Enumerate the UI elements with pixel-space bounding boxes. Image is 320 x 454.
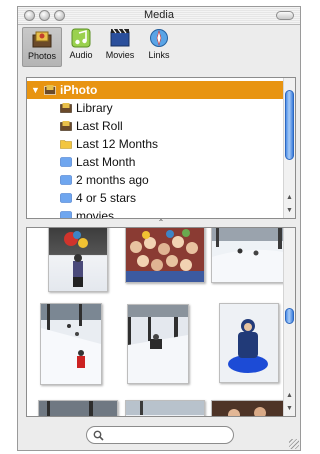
window-title: Media	[144, 9, 174, 21]
photo-thumbnail[interactable]	[40, 303, 102, 385]
tab-photos-label: Photos	[27, 51, 57, 61]
photo-image	[39, 401, 117, 416]
scroll-up-arrow-icon[interactable]: ▲	[284, 390, 295, 401]
photo-thumbnail[interactable]	[211, 228, 289, 283]
toolbar-toggle-button[interactable]	[276, 11, 294, 20]
last-roll-icon	[60, 121, 72, 131]
scroll-down-arrow-icon[interactable]: ▼	[284, 403, 295, 414]
tab-links-label: Links	[148, 50, 170, 60]
photo-image	[41, 304, 101, 384]
photos-icon	[32, 31, 52, 48]
photo-image	[128, 305, 188, 383]
iphoto-icon	[44, 85, 56, 95]
links-icon	[150, 29, 168, 47]
disclosure-triangle-icon[interactable]: ▼	[31, 84, 43, 96]
photo-thumbnail[interactable]	[219, 303, 279, 383]
source-item-last-roll[interactable]: Last Roll	[27, 117, 285, 135]
search-field[interactable]	[86, 426, 234, 444]
audio-icon	[71, 28, 91, 48]
album-icon	[60, 193, 72, 203]
search-icon	[93, 430, 104, 441]
photo-image	[212, 228, 288, 282]
source-list[interactable]: ▼ iPhoto Library Last Roll Last 12 Month…	[26, 77, 296, 219]
album-icon	[60, 211, 72, 218]
photo-image	[126, 401, 204, 416]
tab-photos[interactable]: Photos	[22, 27, 62, 67]
source-item-last-month[interactable]: Last Month	[27, 153, 285, 171]
source-item-iphoto[interactable]: ▼ iPhoto	[27, 81, 285, 99]
photo-thumbnail[interactable]	[125, 228, 205, 283]
title-bar[interactable]: Media	[18, 7, 300, 25]
source-item-label: Last 12 Months	[76, 137, 159, 151]
source-item-label: movies	[76, 209, 115, 219]
tab-links[interactable]: Links	[142, 27, 176, 67]
scroll-up-arrow-icon[interactable]: ▲	[284, 192, 295, 203]
photo-browser-scrollbar[interactable]: ▲ ▼	[283, 228, 295, 416]
source-item-4-or-5-stars[interactable]: 4 or 5 stars	[27, 189, 285, 207]
tab-audio[interactable]: Audio	[64, 27, 98, 67]
source-item-2-months-ago[interactable]: 2 months ago	[27, 171, 285, 189]
album-icon	[60, 157, 72, 167]
search-input[interactable]	[107, 428, 227, 442]
photo-browser[interactable]: ▲ ▼	[26, 227, 296, 417]
source-item-label: Last Roll	[76, 119, 123, 133]
source-item-library[interactable]: Library	[27, 99, 285, 117]
toolbar: Photos Audio Movies Links	[18, 25, 300, 69]
photo-image	[212, 401, 288, 416]
photo-image	[220, 304, 278, 382]
source-item-label: 2 months ago	[76, 173, 149, 187]
album-icon	[60, 175, 72, 185]
source-list-scroll-thumb[interactable]	[285, 90, 294, 160]
scroll-down-arrow-icon[interactable]: ▼	[284, 205, 295, 216]
photo-image	[64, 231, 88, 287]
photo-thumbnail[interactable]	[211, 400, 289, 416]
movies-icon	[110, 28, 130, 47]
photo-thumbnail[interactable]	[127, 304, 189, 384]
photo-thumbnail[interactable]	[125, 400, 205, 416]
photo-thumbnail[interactable]	[48, 228, 108, 292]
library-icon	[60, 103, 72, 113]
source-item-label: Library	[76, 101, 113, 115]
photo-image	[126, 228, 204, 282]
photo-browser-scroll-thumb[interactable]	[285, 308, 294, 324]
source-item-last-12-months[interactable]: Last 12 Months	[27, 135, 285, 153]
photo-thumbnail[interactable]	[38, 400, 118, 416]
source-item-label: Last Month	[76, 155, 136, 169]
media-browser-window: Media Photos Audio Movies Links ▼ iPhoto…	[17, 6, 301, 451]
source-item-movies[interactable]: movies	[27, 207, 285, 219]
source-item-label: 4 or 5 stars	[76, 191, 137, 205]
pane-splitter[interactable]: ⌃	[26, 219, 296, 227]
tab-movies[interactable]: Movies	[100, 27, 140, 67]
folder-icon	[60, 140, 72, 149]
resize-handle[interactable]	[289, 439, 299, 449]
source-list-scrollbar[interactable]: ▲ ▼	[283, 78, 295, 218]
tab-movies-label: Movies	[105, 50, 135, 60]
source-item-label: iPhoto	[60, 83, 98, 97]
tab-audio-label: Audio	[69, 50, 93, 60]
